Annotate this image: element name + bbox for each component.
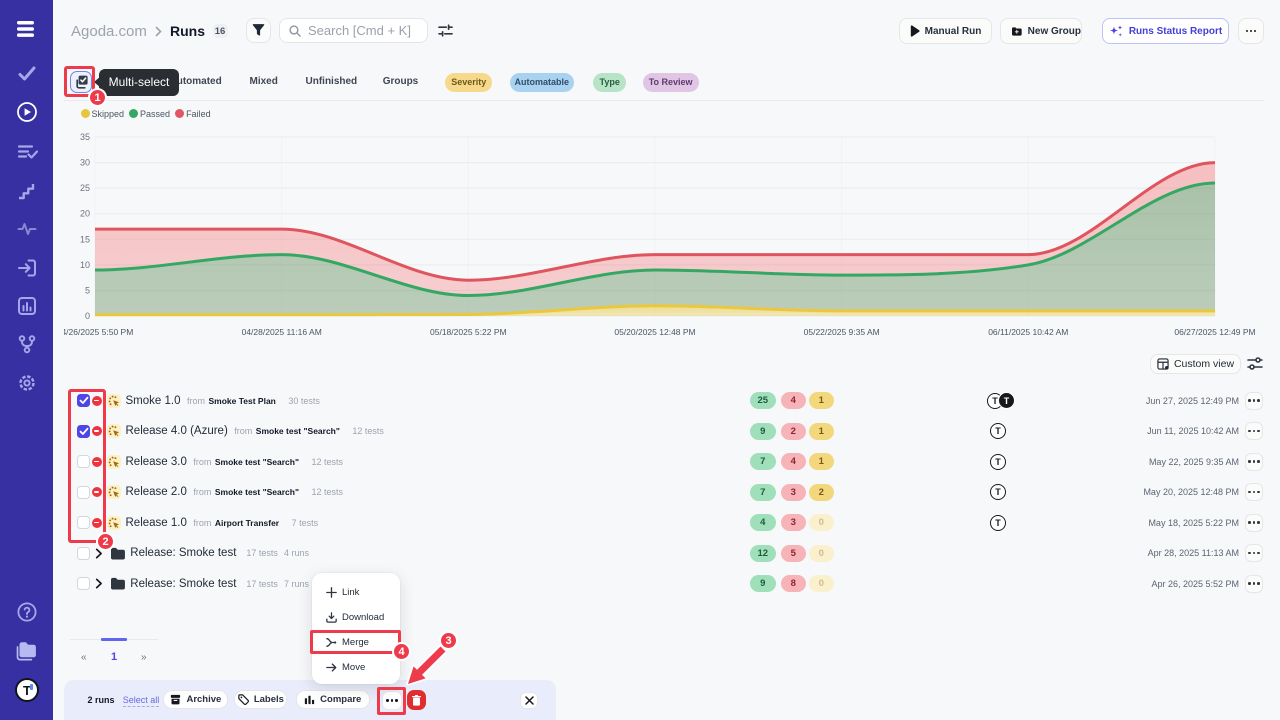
svg-text:0: 0	[85, 311, 90, 321]
svg-text:25: 25	[80, 183, 90, 193]
svg-text:04/28/2025 11:16 AM: 04/28/2025 11:16 AM	[242, 327, 322, 337]
svg-text:5: 5	[85, 285, 90, 295]
svg-text:10: 10	[80, 260, 90, 270]
svg-text:05/22/2025 9:35 AM: 05/22/2025 9:35 AM	[804, 327, 880, 337]
svg-text:05/20/2025 12:48 PM: 05/20/2025 12:48 PM	[614, 327, 695, 337]
svg-text:20: 20	[80, 209, 90, 219]
svg-text:06/11/2025 10:42 AM: 06/11/2025 10:42 AM	[988, 327, 1068, 337]
svg-text:30: 30	[80, 158, 90, 168]
svg-text:15: 15	[80, 234, 90, 244]
svg-text:06/27/2025 12:49 PM: 06/27/2025 12:49 PM	[1174, 327, 1255, 337]
svg-text:35: 35	[80, 132, 90, 142]
svg-text:04/26/2025 5:50 PM: 04/26/2025 5:50 PM	[64, 327, 133, 337]
svg-text:05/18/2025 5:22 PM: 05/18/2025 5:22 PM	[430, 327, 507, 337]
